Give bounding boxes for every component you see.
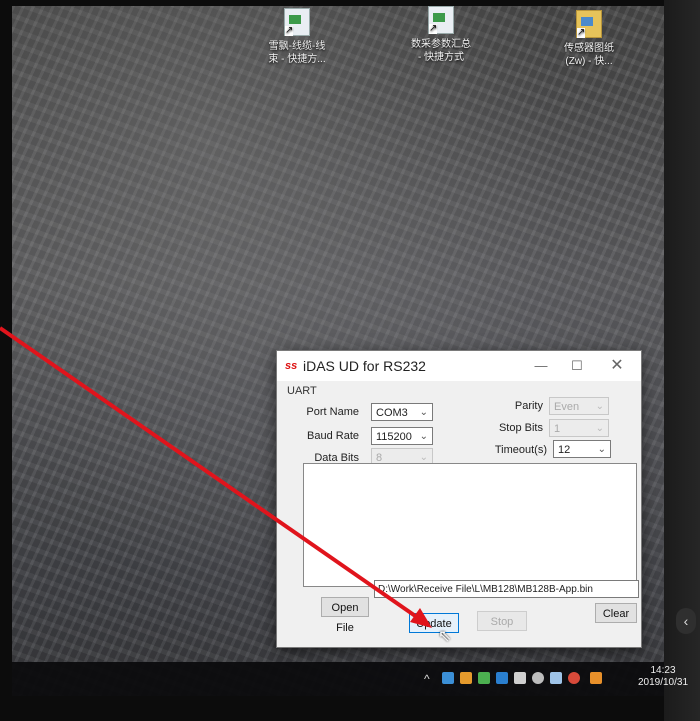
annotation-arrowhead (410, 608, 432, 628)
annotation-line (0, 326, 426, 624)
red-annotation-arrow (0, 326, 432, 628)
